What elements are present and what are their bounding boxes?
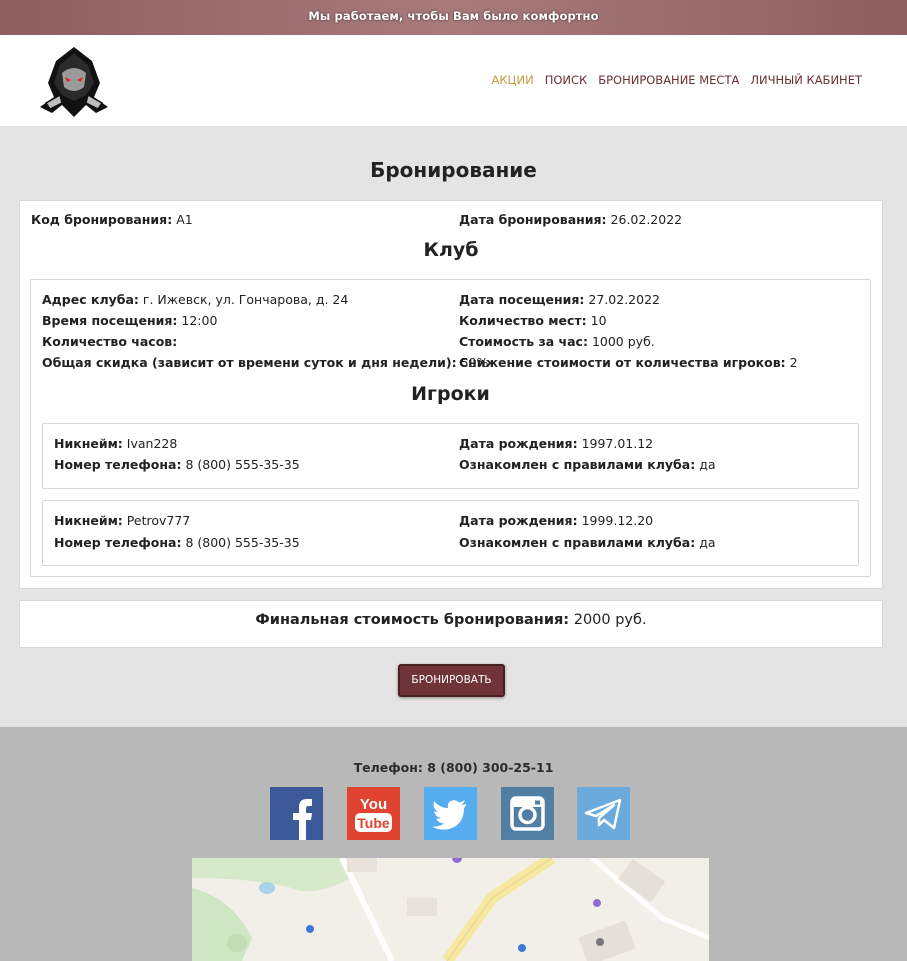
seats-count: Количество мест: 10 [459,313,607,328]
player-phone-value: 8 (800) 555-35-35 [185,457,300,472]
site-footer: Телефон: 8 (800) 300-25-11 You Tube [0,727,907,961]
player-reduction: Снижение стоимости от количества игроков… [459,355,798,370]
player-nick: Никнейм: Petrov777 [54,513,190,528]
telegram-icon[interactable] [577,787,630,840]
player-card: Никнейм: Ivan228 Дата рождения: 1997.01.… [42,423,859,489]
player-phone-value: 8 (800) 555-35-35 [185,535,300,550]
visit-date-label: Дата посещения: [459,292,585,307]
page-title: Бронирование [370,158,537,182]
svg-text:You: You [360,796,387,813]
visit-time: Время посещения: 12:00 [42,313,217,328]
top-banner-text: Мы работаем, чтобы Вам было комфортно [308,9,599,23]
hour-price-value: 1000 руб. [591,334,655,349]
nav-item-account[interactable]: ЛИЧНЫЙ КАБИНЕТ [750,73,862,87]
player-birth-value: 1997.01.12 [581,436,654,451]
seats-label: Количество мест: [459,313,587,328]
svg-text:Tube: Tube [357,815,390,831]
players-title: Игроки [411,383,490,405]
footer-phone: Телефон: 8 (800) 300-25-11 [353,760,554,775]
booking-code: Код бронирования: A1 [31,212,193,227]
player-rules-label: Ознакомлен с правилами клуба: [459,457,696,472]
book-button[interactable]: БРОНИРОВАТЬ [398,664,505,697]
booking-code-value: A1 [176,212,193,227]
player-rules-value: да [699,535,716,550]
final-price-value: 2000 руб. [573,612,647,628]
site-header: АКЦИИ ПОИСК БРОНИРОВАНИЕ МЕСТА ЛИЧНЫЙ КА… [0,35,907,126]
player-nick-value: Ivan228 [126,436,178,451]
player-birth-label: Дата рождения: [459,436,578,451]
top-banner: Мы работаем, чтобы Вам было комфортно [0,0,907,35]
player-birth: Дата рождения: 1999.12.20 [459,513,653,528]
instagram-icon[interactable] [501,787,554,840]
hour-price-label: Стоимость за час: [459,334,588,349]
club-title: Клуб [423,239,479,261]
nav-item-booking[interactable]: БРОНИРОВАНИЕ МЕСТА [598,73,739,87]
discount-label: Общая скидка (зависит от времени суток и… [42,355,457,370]
player-card: Никнейм: Petrov777 Дата рождения: 1999.1… [42,500,859,566]
player-birth-value: 1999.12.20 [581,513,654,528]
player-rules: Ознакомлен с правилами клуба: да [459,535,716,550]
main-content: Бронирование Код бронирования: A1 Дата б… [0,126,907,727]
player-rules-label: Ознакомлен с правилами клуба: [459,535,696,550]
map-widget[interactable] [192,858,709,961]
youtube-icon[interactable]: You Tube [347,787,400,840]
player-phone: Номер телефона: 8 (800) 555-35-35 [54,457,300,472]
player-nick: Никнейм: Ivan228 [54,436,177,451]
visit-date: Дата посещения: 27.02.2022 [459,292,660,307]
twitter-icon[interactable] [424,787,477,840]
booking-code-label: Код бронирования: [31,212,173,227]
visit-time-value: 12:00 [181,313,218,328]
booking-date-label: Дата бронирования: [459,212,607,227]
player-birth-label: Дата рождения: [459,513,578,528]
visit-date-value: 27.02.2022 [588,292,660,307]
total-discount: Общая скидка (зависит от времени суток и… [42,355,488,370]
player-nick-label: Никнейм: [54,436,123,451]
final-price: Финальная стоимость бронирования: 2000 р… [20,612,882,628]
seats-value: 10 [590,313,607,328]
club-address: Адрес клуба: г. Ижевск, ул. Гончарова, д… [42,292,348,307]
player-nick-label: Никнейм: [54,513,123,528]
nav-item-promotions[interactable]: АКЦИИ [492,73,534,87]
hours-count: Количество часов: [42,334,177,349]
reduction-label: Снижение стоимости от количества игроков… [459,355,786,370]
player-rules-value: да [699,457,716,472]
nav-item-search[interactable]: ПОИСК [545,73,588,87]
facebook-icon[interactable] [270,787,323,840]
player-phone-label: Номер телефона: [54,535,182,550]
hour-price: Стоимость за час: 1000 руб. [459,334,655,349]
club-card: Адрес клуба: г. Ижевск, ул. Гончарова, д… [30,279,871,577]
player-nick-value: Petrov777 [126,513,191,528]
total-card: Финальная стоимость бронирования: 2000 р… [19,600,883,648]
main-nav: АКЦИИ ПОИСК БРОНИРОВАНИЕ МЕСТА ЛИЧНЫЙ КА… [492,73,862,87]
player-phone-label: Номер телефона: [54,457,182,472]
reduction-value: 2 [789,355,798,370]
club-address-label: Адрес клуба: [42,292,139,307]
booking-date-value: 26.02.2022 [610,212,683,227]
hours-label: Количество часов: [42,334,178,349]
player-birth: Дата рождения: 1997.01.12 [459,436,653,451]
booking-card: Код бронирования: A1 Дата бронирования: … [19,200,883,589]
final-price-label: Финальная стоимость бронирования: [255,612,570,628]
booking-date: Дата бронирования: 26.02.2022 [459,212,682,227]
logo-icon[interactable] [34,43,114,123]
club-address-value: г. Ижевск, ул. Гончарова, д. 24 [142,292,349,307]
visit-time-label: Время посещения: [42,313,178,328]
player-rules: Ознакомлен с правилами клуба: да [459,457,716,472]
player-phone: Номер телефона: 8 (800) 555-35-35 [54,535,300,550]
